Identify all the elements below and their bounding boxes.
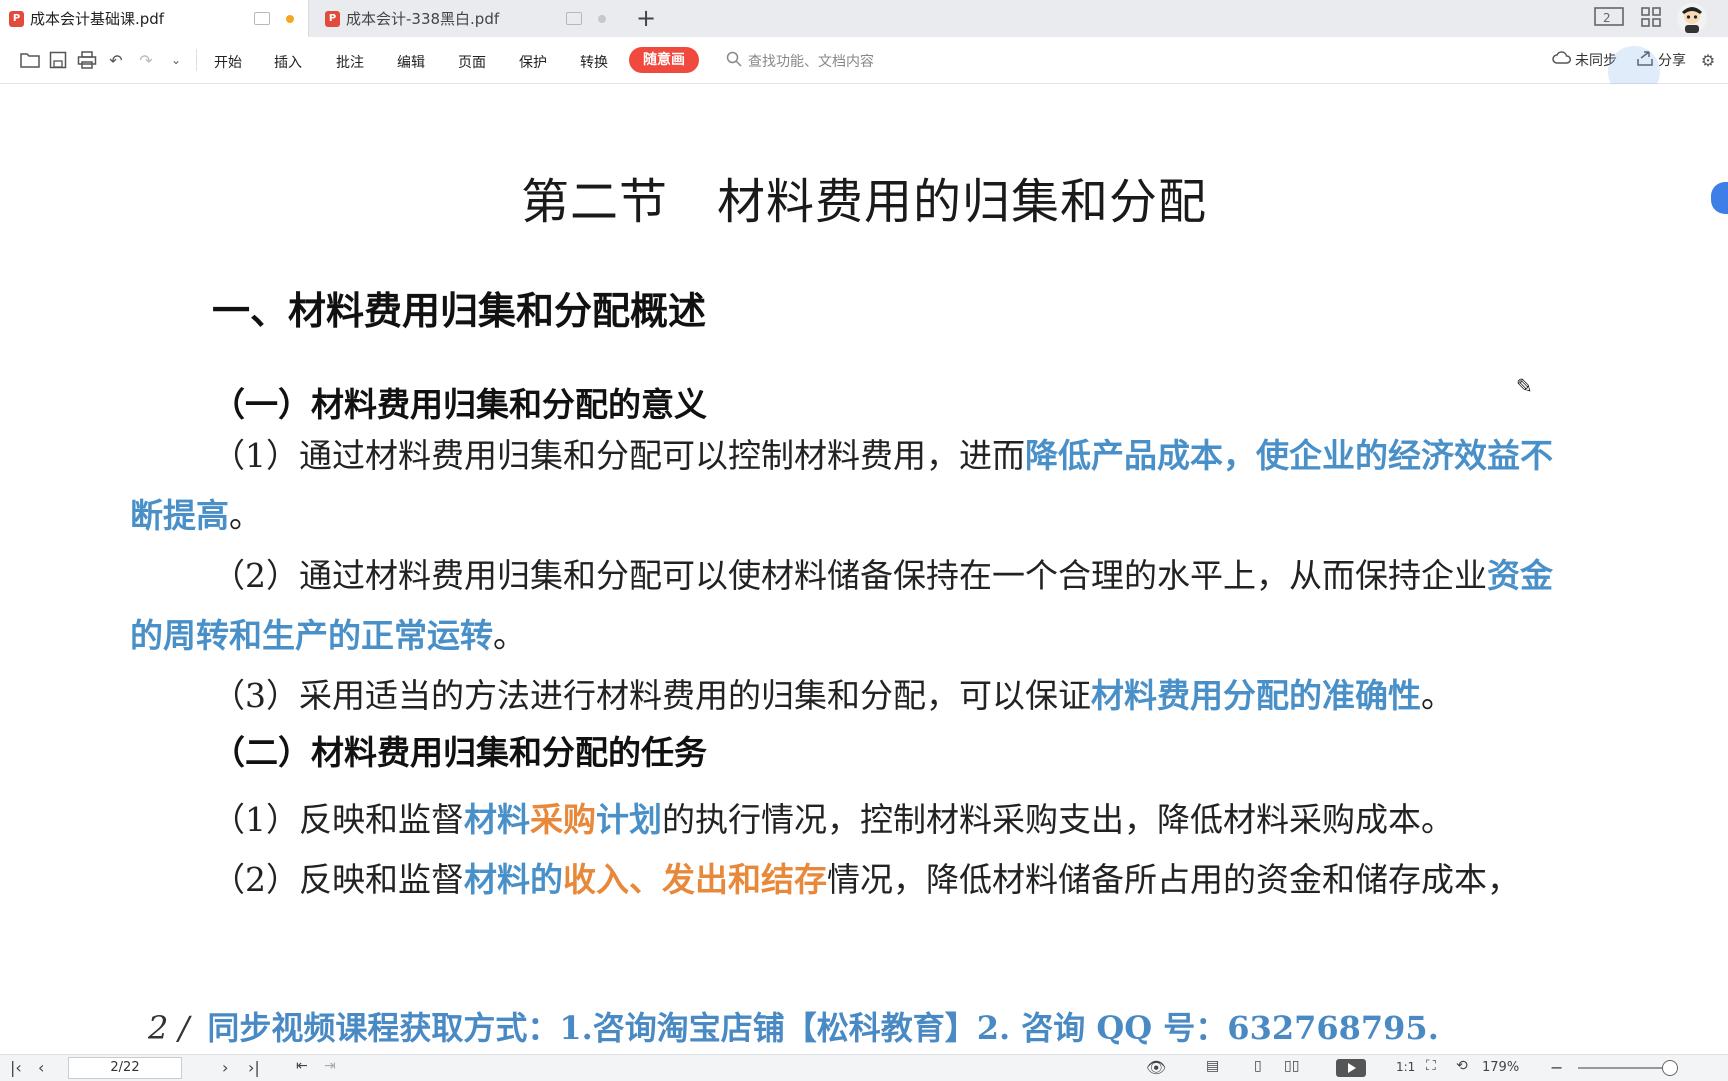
highlight-text: 材料的 <box>464 860 563 899</box>
search-input[interactable]: 查找功能、文档内容 <box>726 51 874 71</box>
grid-apps-icon[interactable] <box>1640 6 1662 28</box>
window-layout-icon[interactable]: 2 <box>1594 6 1624 28</box>
dual-page-view-icon[interactable]: ▯▯ <box>1284 1058 1299 1074</box>
tab-bar: P 成本会计基础课.pdf P 成本会计-338黑白.pdf + 2 <box>0 0 1728 37</box>
paragraph-2: （2）通过材料费用归集和分配可以使材料储备保持在一个合理的水平上，从而保持企业资… <box>130 546 1580 666</box>
redo-icon[interactable]: ↷ <box>136 50 156 70</box>
close-dot-icon[interactable] <box>598 14 606 23</box>
text-run: （1）通过材料费用归集和分配可以控制材料费用，进而 <box>212 436 1025 475</box>
text-run: 。 <box>1421 676 1454 715</box>
menu-protect[interactable]: 保护 <box>519 52 547 72</box>
page-number-input[interactable]: 2/22 <box>68 1057 182 1079</box>
main-toolbar: ↶ ↷ ⌄ 开始 插入 批注 编辑 页面 保护 转换 随意画 查找功能、文档内容… <box>0 37 1728 84</box>
rotate-icon[interactable]: ⟲ <box>1456 1058 1468 1074</box>
page-footer: 2 / 同步视频课程获取方式：1.咨询淘宝店铺【松科教育】2. 咨询 QQ 号：6… <box>148 1003 1439 1049</box>
menu-insert[interactable]: 插入 <box>274 52 302 72</box>
section-heading: 一、材料费用归集和分配概述 <box>212 289 707 333</box>
eye-protection-icon[interactable]: 👁 <box>1146 1058 1166 1077</box>
save-icon[interactable] <box>48 50 68 70</box>
chevron-down-icon[interactable]: ⌄ <box>166 50 186 70</box>
prev-page-icon[interactable]: ‹ <box>38 1058 44 1077</box>
menu-annotate[interactable]: 批注 <box>336 52 364 72</box>
svg-text:2: 2 <box>1603 11 1611 25</box>
new-tab-button[interactable]: + <box>636 4 656 32</box>
highlight-text: 材料费用分配的准确性 <box>1091 676 1421 715</box>
text-run: 。 <box>493 616 526 655</box>
tab-label: 成本会计-338黑白.pdf <box>346 10 500 28</box>
next-page-icon[interactable]: › <box>222 1058 228 1077</box>
status-bar: |‹ ‹ 2/22 › ›| ⇤ ⇥ 👁 ▤ ▯ ▯▯ 1:1 ⛶ ⟲ 179%… <box>0 1054 1728 1081</box>
tab-document-2[interactable]: P 成本会计-338黑白.pdf <box>316 0 620 37</box>
text-run: （2）通过材料费用归集和分配可以使材料储备保持在一个合理的水平上，从而保持企业 <box>212 556 1487 595</box>
monitor-icon[interactable] <box>566 12 582 25</box>
menu-edit[interactable]: 编辑 <box>397 52 425 72</box>
menu-start[interactable]: 开始 <box>214 52 242 72</box>
task-item-1: （1）反映和监督材料采购计划的执行情况，控制材料采购支出，降低材料采购成本。 <box>130 790 1580 850</box>
sync-button[interactable]: 未同步 <box>1552 50 1617 70</box>
search-icon <box>726 51 742 71</box>
open-folder-icon[interactable] <box>20 50 40 70</box>
zoom-slider-handle[interactable] <box>1662 1060 1678 1076</box>
forward-view-icon[interactable]: ⇥ <box>324 1058 336 1074</box>
zoom-out-icon[interactable]: − <box>1550 1058 1563 1077</box>
pdf-file-icon: P <box>9 10 24 27</box>
text-run: 的执行情况，控制材料采购支出，降低材料采购成本。 <box>662 800 1454 839</box>
back-view-icon[interactable]: ⇤ <box>296 1058 308 1074</box>
share-label: 分享 <box>1658 53 1686 69</box>
search-placeholder: 查找功能、文档内容 <box>748 54 874 70</box>
tab-document-1[interactable]: P 成本会计基础课.pdf <box>0 0 309 37</box>
monitor-icon[interactable] <box>254 12 270 25</box>
undo-icon[interactable]: ↶ <box>106 50 126 70</box>
document-view-icon[interactable]: ▯ <box>1254 1058 1262 1074</box>
highlight-text: 采购 <box>530 800 596 839</box>
subsection-heading-1: （一）材料费用归集和分配的意义 <box>212 385 707 424</box>
single-page-view-icon[interactable]: ▤ <box>1206 1058 1219 1074</box>
last-page-icon[interactable]: ›| <box>248 1058 260 1077</box>
cloud-icon <box>1552 50 1572 70</box>
paragraph-3: （3）采用适当的方法进行材料费用的归集和分配，可以保证材料费用分配的准确性。 <box>130 666 1580 726</box>
highlight-text: 计划 <box>596 800 662 839</box>
task-item-2: （2）反映和监督材料的收入、发出和结存情况，降低材料储备所占用的资金和储存成本， <box>130 850 1580 910</box>
print-icon[interactable] <box>77 50 97 70</box>
highlight-text: 降低产品成本，使企业的经济效 <box>1025 436 1487 475</box>
menu-convert[interactable]: 转换 <box>580 52 608 72</box>
text-run: （2）反映和监督 <box>212 860 464 899</box>
pen-cursor-icon: ✎ <box>1516 374 1533 398</box>
zoom-level[interactable]: 179% <box>1482 1060 1519 1075</box>
unsaved-dot-icon <box>286 14 294 23</box>
paragraph-1: （1）通过材料费用归集和分配可以控制材料费用，进而降低产品成本，使企业的经济效益… <box>130 426 1580 546</box>
footer-page-number: 2 / <box>148 1009 190 1047</box>
document-page: 第二节 材料费用的归集和分配 一、材料费用归集和分配概述 （一）材料费用归集和分… <box>0 84 1728 1054</box>
highlight-text: 材料 <box>464 800 530 839</box>
free-draw-button[interactable]: 随意画 <box>629 47 699 73</box>
avatar[interactable] <box>1676 2 1708 34</box>
text-run: （3）采用适当的方法进行材料费用的归集和分配，可以保证 <box>212 676 1091 715</box>
text-run: （1）反映和监督 <box>212 800 464 839</box>
pdf-file-icon: P <box>325 10 340 27</box>
page-title: 第二节 材料费用的归集和分配 <box>520 174 1207 230</box>
subsection-heading-2: （二）材料费用归集和分配的任务 <box>212 733 707 772</box>
tab-label: 成本会计基础课.pdf <box>30 10 165 28</box>
actual-size-icon[interactable]: 1:1 <box>1396 1060 1415 1074</box>
settings-gear-icon[interactable]: ⚙ <box>1698 50 1718 70</box>
footer-text: 同步视频课程获取方式：1.咨询淘宝店铺【松科教育】2. 咨询 QQ 号：6327… <box>207 1009 1439 1047</box>
fit-page-icon[interactable]: ⛶ <box>1426 1058 1436 1074</box>
play-slideshow-icon[interactable] <box>1336 1059 1366 1077</box>
text-run: 。 <box>229 496 262 535</box>
highlight-text: 收入、发出和结存 <box>563 860 827 899</box>
menu-page[interactable]: 页面 <box>458 52 486 72</box>
first-page-icon[interactable]: |‹ <box>10 1058 22 1077</box>
text-run: 情况，降低材料储备所占用的资金和储存成本， <box>827 860 1520 899</box>
toolbar-divider <box>196 49 197 71</box>
